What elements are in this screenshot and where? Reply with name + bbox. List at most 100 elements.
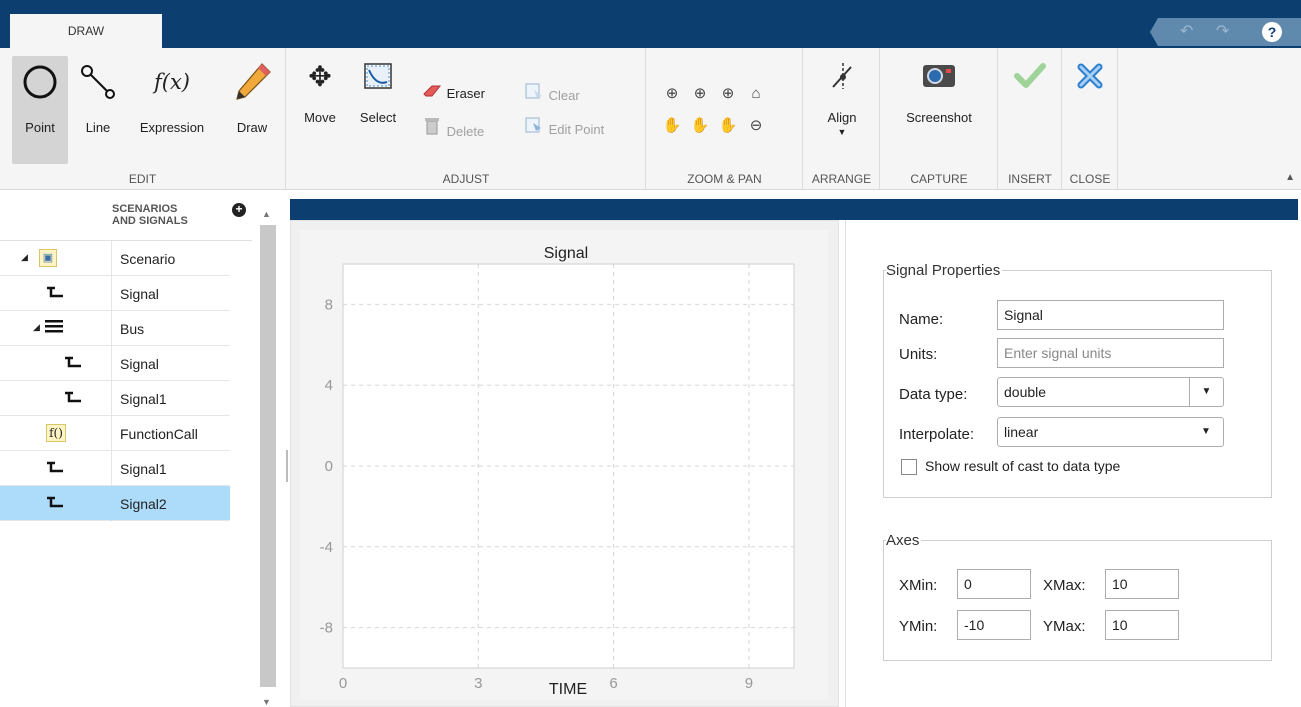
tree-icon-cell: ◢ [0,311,112,346]
name-field[interactable] [997,300,1224,330]
scroll-down-icon[interactable]: ▼ [262,697,271,707]
tree-icon-cell [0,486,112,521]
tree-icon-cell [0,276,112,311]
tree-row[interactable]: Signal [0,276,230,311]
expression-button[interactable]: f(x) Expression [126,56,218,164]
align-label: Align [827,110,857,125]
pan-icon[interactable]: ✋ [661,114,683,138]
tree-row[interactable]: ◢ ▣ Scenario [0,241,230,276]
select-button[interactable]: Select [347,56,409,164]
undo-icon[interactable]: ↶ [1180,22,1193,42]
section-label-adjust: ADJUST [442,172,490,186]
scroll-up-icon[interactable]: ▲ [262,209,271,219]
xmin-field[interactable] [957,569,1031,599]
tree-row[interactable]: ◢ Bus [0,311,230,346]
axes-legend: Axes [886,532,920,549]
bus-icon [45,319,63,338]
x-tick-label: 6 [609,675,617,692]
tree-icon-cell [0,346,112,381]
point-button[interactable]: Point [12,56,68,164]
tree-row-label: Signal [120,286,159,302]
section-adjust: ✥ Move Select Eraser Clear Delete Edit P… [287,48,646,190]
tab-draw[interactable]: DRAW [10,14,162,48]
close-button[interactable] [1067,56,1113,164]
interpolate-label: Interpolate: [899,426,975,443]
tree-row[interactable]: Signal1 [0,381,230,416]
xmin-label: XMin: [899,577,938,594]
clear-button[interactable]: Clear [523,82,580,106]
line-icon [72,56,124,108]
units-field[interactable] [997,338,1224,368]
move-icon: ✥ [308,60,332,92]
insert-button[interactable] [1005,56,1055,164]
align-icon [810,56,874,96]
zoom-out-icon[interactable]: ⊖ [745,114,767,138]
collapse-toolstrip-icon[interactable]: ▲ [1285,172,1295,183]
tree-row-selected[interactable]: Signal2 [0,486,230,521]
delete-label: Delete [446,124,485,139]
y-tick-label: -4 [320,539,333,556]
zoom-in-icon[interactable]: ⊕ [689,82,711,106]
section-label-arrange: ARRANGE [811,172,872,186]
select-label: Select [359,110,397,125]
data-type-select[interactable]: double ▼ [997,377,1224,407]
scenario-tree: SCENARIOS AND SIGNALS + ◢ ▣ Scenario Sig… [0,197,280,707]
tree-row[interactable]: Signal [0,346,230,381]
expression-label: Expression [139,120,205,135]
screenshot-button[interactable]: Screenshot [889,56,989,164]
pan-x-icon[interactable]: ✋ [689,114,711,138]
pane-splitter[interactable] [286,450,288,482]
ymax-field[interactable] [1105,610,1179,640]
camera-icon [889,56,989,96]
tree-row[interactable]: Signal1 [0,451,230,486]
units-label: Units: [899,346,938,363]
add-icon[interactable]: + [232,203,246,217]
collapse-arrow-icon[interactable]: ◢ [21,252,28,263]
xmax-field[interactable] [1105,569,1179,599]
signal-icon [64,389,82,410]
redo-icon[interactable]: ↷ [1216,22,1229,42]
edit-point-button[interactable]: Edit Point [523,116,604,140]
draw-button[interactable]: Draw [226,56,278,164]
align-dropdown-icon[interactable]: ▼ [810,127,874,137]
tree-row[interactable]: f() FunctionCall [0,416,230,451]
line-button[interactable]: Line [72,56,124,164]
help-icon[interactable]: ? [1262,22,1282,42]
collapse-arrow-icon[interactable]: ◢ [33,322,40,333]
edit-point-icon [523,116,545,142]
scrollbar-thumb[interactable] [260,225,276,687]
cast-checkbox[interactable] [901,459,917,475]
y-tick-label: 8 [325,296,333,313]
function-icon-text: f(x) [153,70,190,94]
section-capture: Screenshot CAPTURE [881,48,998,190]
chevron-down-icon: ▼ [1189,378,1223,406]
x-tick-label: 3 [474,675,482,692]
xmax-label: XMax: [1043,577,1086,594]
screenshot-label: Screenshot [906,110,972,125]
section-label-capture: CAPTURE [910,172,968,186]
ymin-field[interactable] [957,610,1031,640]
ymax-label: YMax: [1043,618,1086,635]
interpolate-select[interactable]: linear ▼ [997,417,1224,447]
section-label-close: CLOSE [1069,172,1111,186]
delete-button[interactable]: Delete [421,116,484,140]
signal-properties-legend: Signal Properties [886,262,1001,279]
pencil-icon [226,56,278,108]
tree-row-label: Signal2 [120,496,167,512]
eraser-button[interactable]: Eraser [421,82,485,106]
tree-scrollbar[interactable]: ▲ ▼ [257,203,277,707]
tree-icon-cell: f() [0,416,112,451]
section-insert: INSERT [999,48,1062,190]
zoom-box-icon[interactable]: ⊕ [661,82,683,106]
select-icon [347,56,409,96]
x-tick-label: 9 [745,675,753,692]
pan-y-icon[interactable]: ✋ [717,114,739,138]
tree-row-label: Signal [120,356,159,372]
align-button[interactable]: Align ▼ [810,56,874,164]
home-icon[interactable]: ⌂ [745,82,767,106]
signal-chart[interactable]: Signal 0 3 6 9 8 4 0 -4 -8 TIME [300,230,828,700]
cast-checkbox-label: Show result of cast to data type [925,458,1121,474]
move-button[interactable]: ✥ Move [295,56,345,164]
zoom-x-icon[interactable]: ⊕ [717,82,739,106]
y-tick-label: 0 [325,458,333,475]
